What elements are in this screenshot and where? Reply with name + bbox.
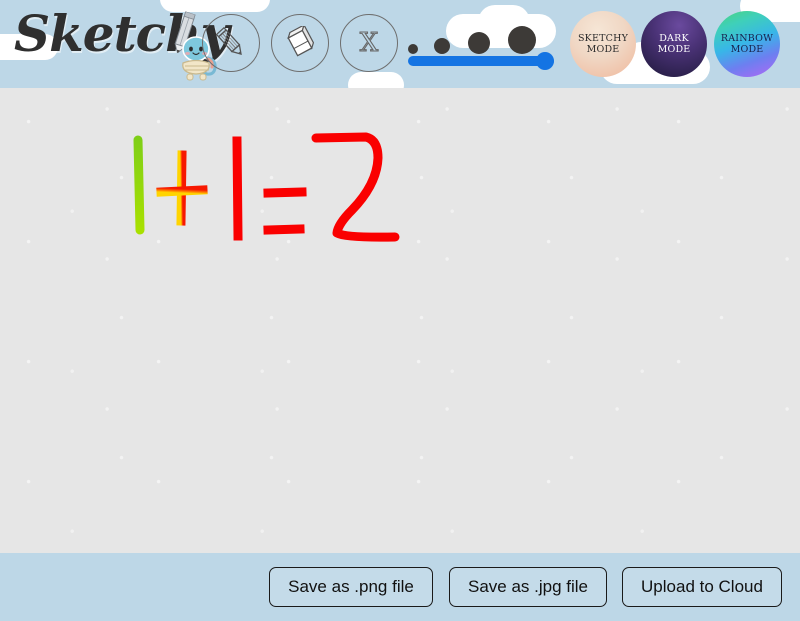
mode-label-line2: MODE bbox=[586, 44, 620, 55]
mode-label-line1: DARK bbox=[659, 32, 689, 44]
brush-size-preview bbox=[408, 22, 548, 54]
brush-dot bbox=[468, 32, 490, 54]
mode-label-line1: RAINBOW bbox=[720, 32, 774, 44]
stroke-equals bbox=[263, 187, 307, 198]
brush-size-slider[interactable] bbox=[408, 52, 554, 70]
x-icon: X bbox=[359, 27, 379, 58]
mode-label-line1: SKETCHY bbox=[577, 32, 629, 44]
drawing-canvas[interactable] bbox=[0, 88, 800, 553]
eraser-tool-button[interactable] bbox=[271, 14, 329, 72]
pencil-icon bbox=[215, 26, 242, 56]
rainbow-mode-button[interactable]: RAINBOW MODE bbox=[714, 11, 780, 77]
clear-canvas-button[interactable]: X bbox=[340, 14, 398, 72]
save-png-button[interactable]: Save as .png file bbox=[269, 567, 433, 607]
sketchy-mode-button[interactable]: SKETCHY MODE bbox=[570, 11, 636, 77]
svg-text:X: X bbox=[360, 28, 379, 58]
slider-track[interactable] bbox=[408, 56, 554, 66]
mode-label-line2: MODE bbox=[730, 44, 764, 55]
save-jpg-button[interactable]: Save as .jpg file bbox=[449, 567, 607, 607]
stroke-digit-one-red bbox=[232, 136, 243, 241]
header-toolbar: Sketchy X SKETCHY MODE DARK MODE RAINBOW… bbox=[0, 0, 800, 88]
mode-label-line2: MODE bbox=[657, 44, 691, 55]
stroke-digit-one-green bbox=[133, 135, 145, 235]
dark-mode-button[interactable]: DARK MODE bbox=[641, 11, 707, 77]
footer-actions: Save as .png file Save as .jpg file Uplo… bbox=[0, 553, 800, 621]
stroke-plus bbox=[156, 185, 208, 197]
eraser-icon bbox=[287, 26, 315, 57]
stroke-digit-two bbox=[311, 132, 400, 242]
slider-thumb[interactable] bbox=[536, 52, 554, 70]
upload-cloud-button[interactable]: Upload to Cloud bbox=[622, 567, 782, 607]
stroke-equals bbox=[263, 224, 305, 235]
cloud-decoration bbox=[348, 72, 404, 88]
sketchy-app-window: Sketchy X SKETCHY MODE DARK MODE RAINBOW… bbox=[0, 0, 800, 621]
brush-dot bbox=[508, 26, 536, 54]
pencil-tool-button[interactable] bbox=[202, 14, 260, 72]
user-drawing bbox=[133, 132, 400, 242]
